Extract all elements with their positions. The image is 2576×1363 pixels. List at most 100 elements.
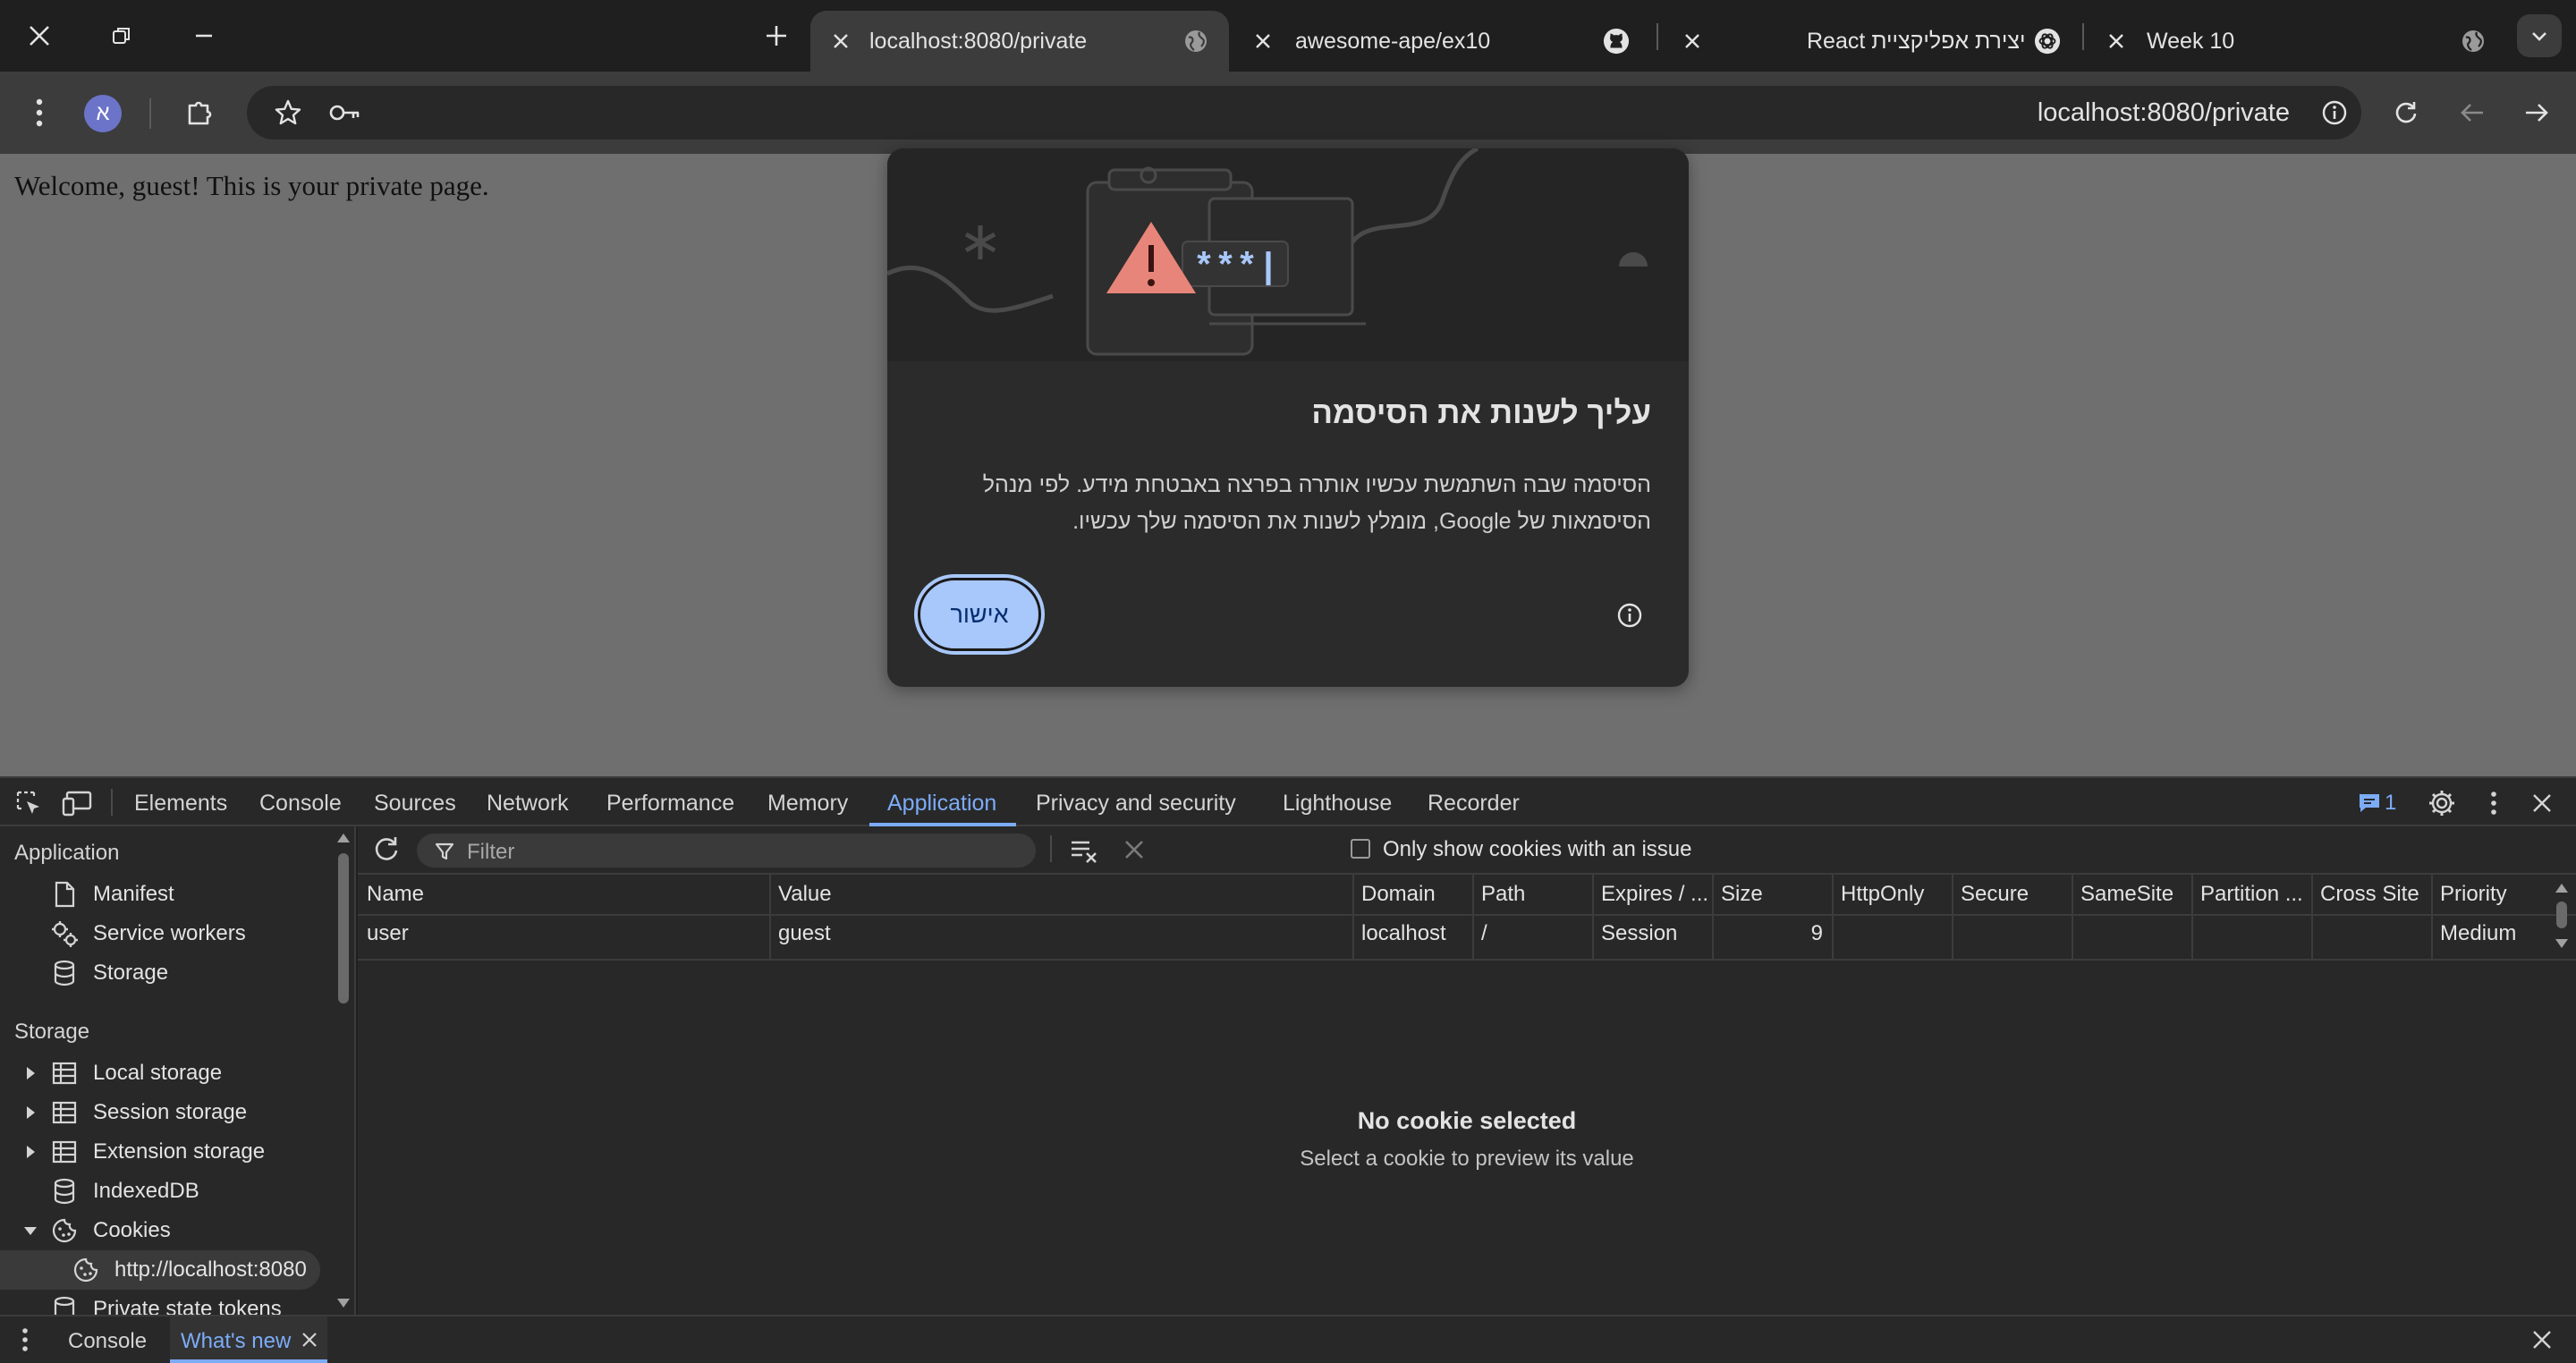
sidebar-item-manifest[interactable]: Manifest [0,875,340,914]
chatgpt-icon [2034,28,2061,55]
column-header-name[interactable]: Name [367,882,760,907]
column-header-secure[interactable]: Secure [1961,882,2066,907]
dialog-illustration: ***| [887,148,1689,361]
forward-button[interactable] [2515,91,2558,134]
tab-memory[interactable]: Memory [767,791,848,817]
column-header-samesite[interactable]: SameSite [2080,882,2186,907]
section-header-application: Application [14,841,120,865]
column-header-path[interactable]: Path [1481,882,1587,907]
device-toolbar-button[interactable] [61,787,93,819]
tab-close-button[interactable] [1674,23,1710,59]
url-text[interactable]: localhost:8080/private [2038,98,2290,128]
sidebar-item-cookie-origin[interactable]: http://localhost:8080 [0,1250,320,1290]
devtools-menu-button[interactable] [2478,787,2510,819]
info-button[interactable] [1615,601,1644,630]
tab-awesome-ape[interactable]: awesome-ape/ex10 [1245,11,1665,72]
tab-localhost-private[interactable]: localhost:8080/private [810,11,1229,72]
sidebar-item-extension-storage[interactable]: Extension storage [0,1132,340,1172]
sidebar-item-private-state-tokens[interactable]: Private state tokens [0,1290,340,1315]
tab-week-10[interactable]: Week 10 [2098,11,2484,72]
column-header-size[interactable]: Size [1721,882,1826,907]
cookies-toolbar: Filter Only show cookies with an issue [358,826,2576,871]
column-header-expires[interactable]: Expires / ... [1601,882,1707,907]
password-key-button[interactable] [324,91,367,134]
menu-button[interactable] [18,91,61,134]
tab-network[interactable]: Network [487,791,569,817]
delete-selected-button[interactable] [1120,835,1148,864]
sidebar-item-local-storage[interactable]: Local storage [0,1054,340,1093]
issues-counter[interactable]: 1 [2358,789,2396,817]
drawer-tab-console[interactable]: Console [68,1329,147,1354]
reload-button[interactable] [2385,91,2428,134]
cookies-table: Name Value Domain Path Expires / ... Siz… [358,873,2576,961]
tab-performance[interactable]: Performance [606,791,734,817]
window-close-button[interactable] [14,14,64,57]
application-sidebar: Application Manifest Service workers Sto… [0,826,356,1315]
drawer-tab-whats-new[interactable]: What's new [170,1316,327,1363]
tab-sources[interactable]: Sources [374,791,456,817]
table-icon [50,1098,79,1127]
sidebar-item-indexeddb[interactable]: IndexedDB [0,1172,340,1211]
tab-close-button[interactable] [2098,23,2134,59]
column-separator [1352,875,1354,961]
tab-recorder[interactable]: Recorder [1428,791,1520,817]
only-issues-checkbox[interactable] [1351,839,1370,859]
tab-lighthouse[interactable]: Lighthouse [1283,791,1392,817]
toolbar-divider [1050,835,1052,862]
column-header-domain[interactable]: Domain [1361,882,1467,907]
column-header-priority[interactable]: Priority [2440,882,2546,907]
extensions-button[interactable] [179,91,222,134]
filter-input[interactable]: Filter [417,834,1036,868]
drawer-tab-close-button[interactable] [301,1331,318,1349]
password-breach-dialog: ***| עליך לשנות את הסיסמה הסיסמה שבה השת… [887,148,1689,687]
tab-react-app[interactable]: יצירת אפליקציית React [1674,11,2084,72]
close-icon [1125,841,1143,859]
new-tab-button[interactable] [751,14,801,57]
close-icon [2533,794,2551,812]
column-header-httponly[interactable]: HttpOnly [1841,882,1946,907]
clear-all-cookies-button[interactable] [1068,834,1100,866]
tab-search-button[interactable] [2517,14,2562,57]
sidebar-item-label: Storage [93,961,169,985]
address-bar[interactable]: localhost:8080/private [247,86,2361,140]
tab-elements[interactable]: Elements [134,791,227,817]
sidebar-item-label: Extension storage [93,1139,266,1164]
drawer-menu-button[interactable] [21,1327,36,1354]
ok-button[interactable]: אישור [918,578,1041,651]
tab-separator [2082,23,2084,50]
tab-application[interactable]: Application [887,791,996,817]
drawer-close-button[interactable] [2531,1329,2555,1352]
bookmark-star-button[interactable] [267,91,309,134]
sidebar-item-service-workers[interactable]: Service workers [0,914,340,953]
toolbar-divider [111,789,113,816]
close-icon [1685,34,1699,48]
window-restore-button[interactable] [97,14,147,57]
devtools-tabbar: Elements Console Sources Network Perform… [0,776,2576,826]
kebab-menu-icon [2491,792,2496,815]
settings-button[interactable] [2426,787,2458,819]
site-info-button[interactable] [2313,91,2356,134]
column-header-value[interactable]: Value [778,882,1342,907]
tab-close-button[interactable] [823,23,859,59]
sidebar-item-storage[interactable]: Storage [0,953,340,993]
tab-privacy-security[interactable]: Privacy and security [1036,791,1236,817]
inspect-element-button[interactable] [13,787,45,819]
table-icon [50,1059,79,1088]
tab-console[interactable]: Console [259,791,342,817]
section-header-storage: Storage [14,1020,90,1044]
window-minimize-button[interactable] [179,14,229,57]
tab-close-button[interactable] [1245,23,1281,59]
back-button[interactable] [2451,91,2494,134]
sidebar-scrollbar[interactable] [333,826,354,1315]
devtools-close-button[interactable] [2526,787,2558,819]
close-icon [1256,34,1270,48]
column-separator [1832,875,1834,961]
sidebar-item-session-storage[interactable]: Session storage [0,1093,340,1132]
column-header-partition[interactable]: Partition ... [2200,882,2306,907]
sidebar-item-cookies[interactable]: Cookies [0,1211,340,1250]
column-header-cross-site[interactable]: Cross Site [2320,882,2426,907]
refresh-button[interactable] [370,834,402,866]
profile-avatar[interactable]: א [84,95,122,132]
table-scrollbar[interactable] [2551,880,2572,957]
tab-title: Week 10 [2147,28,2235,54]
